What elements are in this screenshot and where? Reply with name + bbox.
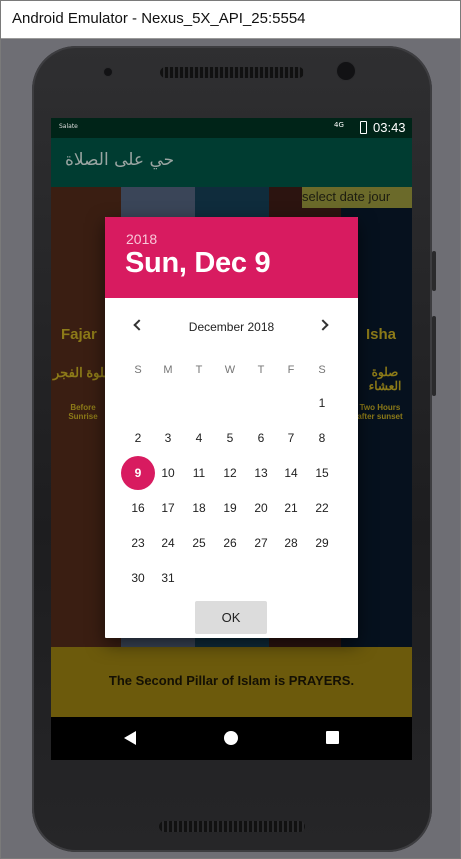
calendar-day[interactable]: 4 <box>182 421 216 455</box>
calendar-day[interactable]: 26 <box>213 526 247 560</box>
weekday-label: S <box>318 364 326 376</box>
month-navigation: December 2018 <box>105 315 358 339</box>
signal-icon: 4G <box>334 121 344 129</box>
header-year[interactable]: 2018 <box>126 231 157 247</box>
status-bar: Salate 4G 03:43 <box>51 118 412 138</box>
sensor-icon <box>336 61 356 81</box>
fajar-time: Before Sunrise <box>68 403 98 421</box>
calendar-day[interactable]: 22 <box>305 491 339 525</box>
calendar-day[interactable]: 13 <box>244 456 278 490</box>
calendar-day[interactable]: 14 <box>274 456 308 490</box>
isha-time: Two Hours after sunset <box>357 403 403 421</box>
select-date-label: select date jour <box>302 189 391 204</box>
date-picker-header: 2018 Sun, Dec 9 <box>105 217 358 298</box>
front-camera-icon <box>103 67 113 77</box>
calendar-day[interactable]: 15 <box>305 456 339 490</box>
pillar-banner: The Second Pillar of Islam is PRAYERS. <box>51 647 412 717</box>
calendar-day[interactable]: 5 <box>213 421 247 455</box>
window-title: Android Emulator - Nexus_5X_API_25:5554 <box>12 10 306 27</box>
calendar-day[interactable]: 19 <box>213 491 247 525</box>
weekday-label: W <box>224 364 236 376</box>
top-speaker <box>160 67 304 78</box>
calendar-day[interactable]: 12 <box>213 456 247 490</box>
bottom-speaker <box>159 821 305 832</box>
calendar-day[interactable]: 11 <box>182 456 216 490</box>
emulator-window: Android Emulator - Nexus_5X_API_25:5554 … <box>0 0 461 859</box>
calendar-day[interactable]: 1 <box>305 386 339 420</box>
isha-title: Isha <box>366 326 397 343</box>
calendar-day[interactable]: 28 <box>274 526 308 560</box>
home-icon[interactable] <box>224 731 238 745</box>
weekday-label: T <box>195 364 203 376</box>
date-picker-dialog: 2018 Sun, Dec 9 December 2018 SMTWTFS 12… <box>105 217 358 638</box>
calendar-day[interactable]: 16 <box>121 491 155 525</box>
app-title: حي على الصلاة <box>65 150 175 170</box>
calendar-day[interactable]: 2 <box>121 421 155 455</box>
power-button[interactable] <box>432 251 436 291</box>
calendar-day[interactable]: 25 <box>182 526 216 560</box>
status-app-name: Salate <box>59 123 78 130</box>
weekday-label: M <box>163 364 173 376</box>
isha-arabic: صلوة العشاء <box>368 365 402 393</box>
volume-button[interactable] <box>432 316 436 396</box>
weekday-label: T <box>257 364 265 376</box>
calendar-day[interactable]: 7 <box>274 421 308 455</box>
select-date-strip[interactable]: select date jour <box>302 187 412 208</box>
app-bar: حي على الصلاة <box>51 138 412 187</box>
calendar-day[interactable]: 21 <box>274 491 308 525</box>
banner-text: The Second Pillar of Islam is PRAYERS. <box>108 673 355 688</box>
status-time: 03:43 <box>373 120 406 135</box>
calendar-day[interactable]: 10 <box>151 456 185 490</box>
calendar-day[interactable]: 29 <box>305 526 339 560</box>
ok-button[interactable]: OK <box>195 601 267 634</box>
weekday-label: F <box>287 364 295 376</box>
calendar-day[interactable]: 23 <box>121 526 155 560</box>
header-date[interactable]: Sun, Dec 9 <box>125 247 271 280</box>
calendar-day[interactable]: 31 <box>151 561 185 595</box>
calendar-day[interactable]: 27 <box>244 526 278 560</box>
back-icon[interactable] <box>124 731 136 745</box>
calendar-day[interactable]: 24 <box>151 526 185 560</box>
battery-icon <box>360 121 367 134</box>
recents-icon[interactable] <box>326 731 339 744</box>
calendar-day[interactable]: 6 <box>244 421 278 455</box>
window-titlebar: Android Emulator - Nexus_5X_API_25:5554 <box>1 1 460 39</box>
selected-day[interactable]: 9 <box>121 456 155 490</box>
weekday-label: S <box>134 364 142 376</box>
calendar-day[interactable]: 18 <box>182 491 216 525</box>
calendar-day[interactable]: 20 <box>244 491 278 525</box>
calendar-day[interactable]: 17 <box>151 491 185 525</box>
calendar-day[interactable]: 8 <box>305 421 339 455</box>
calendar-day[interactable]: 30 <box>121 561 155 595</box>
fajar-title: Fajar <box>61 326 97 343</box>
calendar-day[interactable]: 3 <box>151 421 185 455</box>
navigation-bar <box>51 717 412 760</box>
